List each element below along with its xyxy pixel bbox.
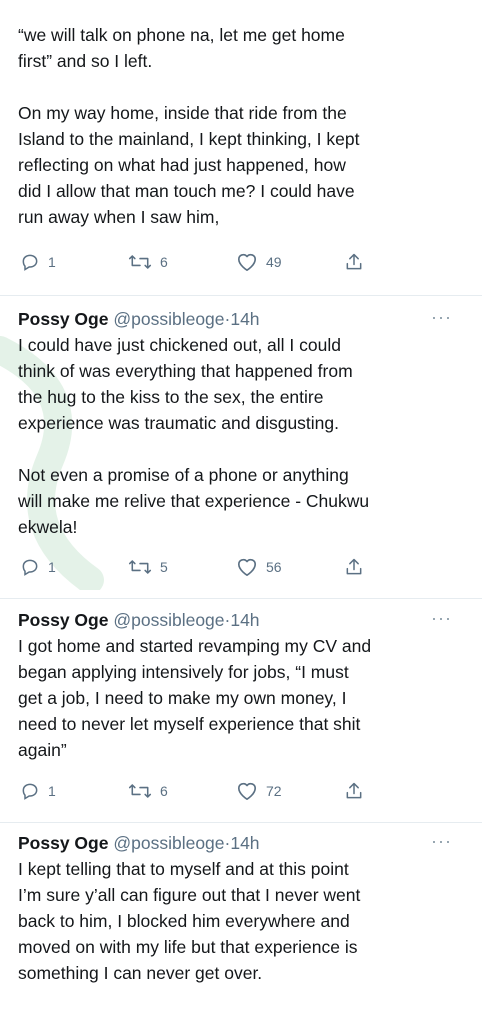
author-handle[interactable]: @possibleoge [113,610,224,630]
reply-count: 1 [48,254,56,270]
more-options-icon[interactable]: ··· [431,609,452,627]
heart-icon [238,782,256,800]
author-name[interactable]: Possy Oge [18,833,108,853]
divider [0,598,482,599]
retweet-button[interactable]: 5 [128,555,168,579]
reply-button[interactable]: 1 [20,250,56,274]
like-count: 56 [266,559,282,575]
reply-icon [22,254,38,271]
share-icon [346,253,362,270]
intro-tweet: “we will talk on phone na, let me get ho… [0,22,482,230]
tweet-header: Possy Oge @possibleoge·14h ··· [0,306,482,332]
retweet-count: 6 [160,254,168,270]
tweet-text: I kept telling that to myself and at thi… [18,859,361,983]
retweet-icon [128,784,152,798]
tweet[interactable]: Possy Oge @possibleoge·14h ··· I kept te… [0,830,482,986]
more-options-icon[interactable]: ··· [431,308,452,326]
like-button[interactable]: 72 [236,779,282,803]
tweet[interactable]: Possy Oge @possibleoge·14h ··· I got hom… [0,607,482,763]
like-button[interactable]: 49 [236,250,282,274]
tweet-actions: 1 6 72 [0,779,482,803]
like-button[interactable]: 56 [236,555,282,579]
tweet-text: “we will talk on phone na, let me get ho… [18,25,345,71]
divider [0,295,482,296]
tweet-header: Possy Oge @possibleoge·14h ··· [0,607,482,633]
tweet-actions: 1 5 56 [0,555,482,579]
reply-count: 1 [48,559,56,575]
more-options-icon[interactable]: ··· [431,832,452,850]
heart-icon [238,253,256,271]
reply-button[interactable]: 1 [20,555,56,579]
tweet-text: I got home and started revamping my CV a… [18,636,372,760]
timestamp[interactable]: 14h [230,309,259,329]
share-button[interactable] [344,250,364,274]
retweet-button[interactable]: 6 [128,779,168,803]
retweet-icon [128,255,152,269]
reply-icon [22,559,38,576]
tweet-actions: 1 6 49 [0,250,482,274]
author-name[interactable]: Possy Oge [18,610,108,630]
timestamp[interactable]: 14h [230,833,259,853]
heart-icon [238,558,256,576]
share-button[interactable] [344,779,364,803]
reply-icon [22,783,38,800]
retweet-button[interactable]: 6 [128,250,168,274]
author-handle[interactable]: @possibleoge [113,309,224,329]
share-icon [346,558,362,575]
timestamp[interactable]: 14h [230,610,259,630]
author-handle[interactable]: @possibleoge [113,833,224,853]
tweet-text: I could have just chickened out, all I c… [18,335,353,433]
share-button[interactable] [344,555,364,579]
tweet-header: Possy Oge @possibleoge·14h ··· [0,830,482,856]
reply-count: 1 [48,783,56,799]
retweet-icon [128,560,152,574]
reply-button[interactable]: 1 [20,779,56,803]
like-count: 49 [266,254,282,270]
retweet-count: 5 [160,559,168,575]
tweet-text: Not even a promise of a phone or anythin… [18,465,370,537]
retweet-count: 6 [160,783,168,799]
tweet-text: On my way home, inside that ride from th… [18,103,360,227]
like-count: 72 [266,783,282,799]
author-name[interactable]: Possy Oge [18,309,108,329]
tweet[interactable]: Possy Oge @possibleoge·14h ··· I could h… [0,306,482,540]
share-icon [346,782,362,799]
divider [0,822,482,823]
